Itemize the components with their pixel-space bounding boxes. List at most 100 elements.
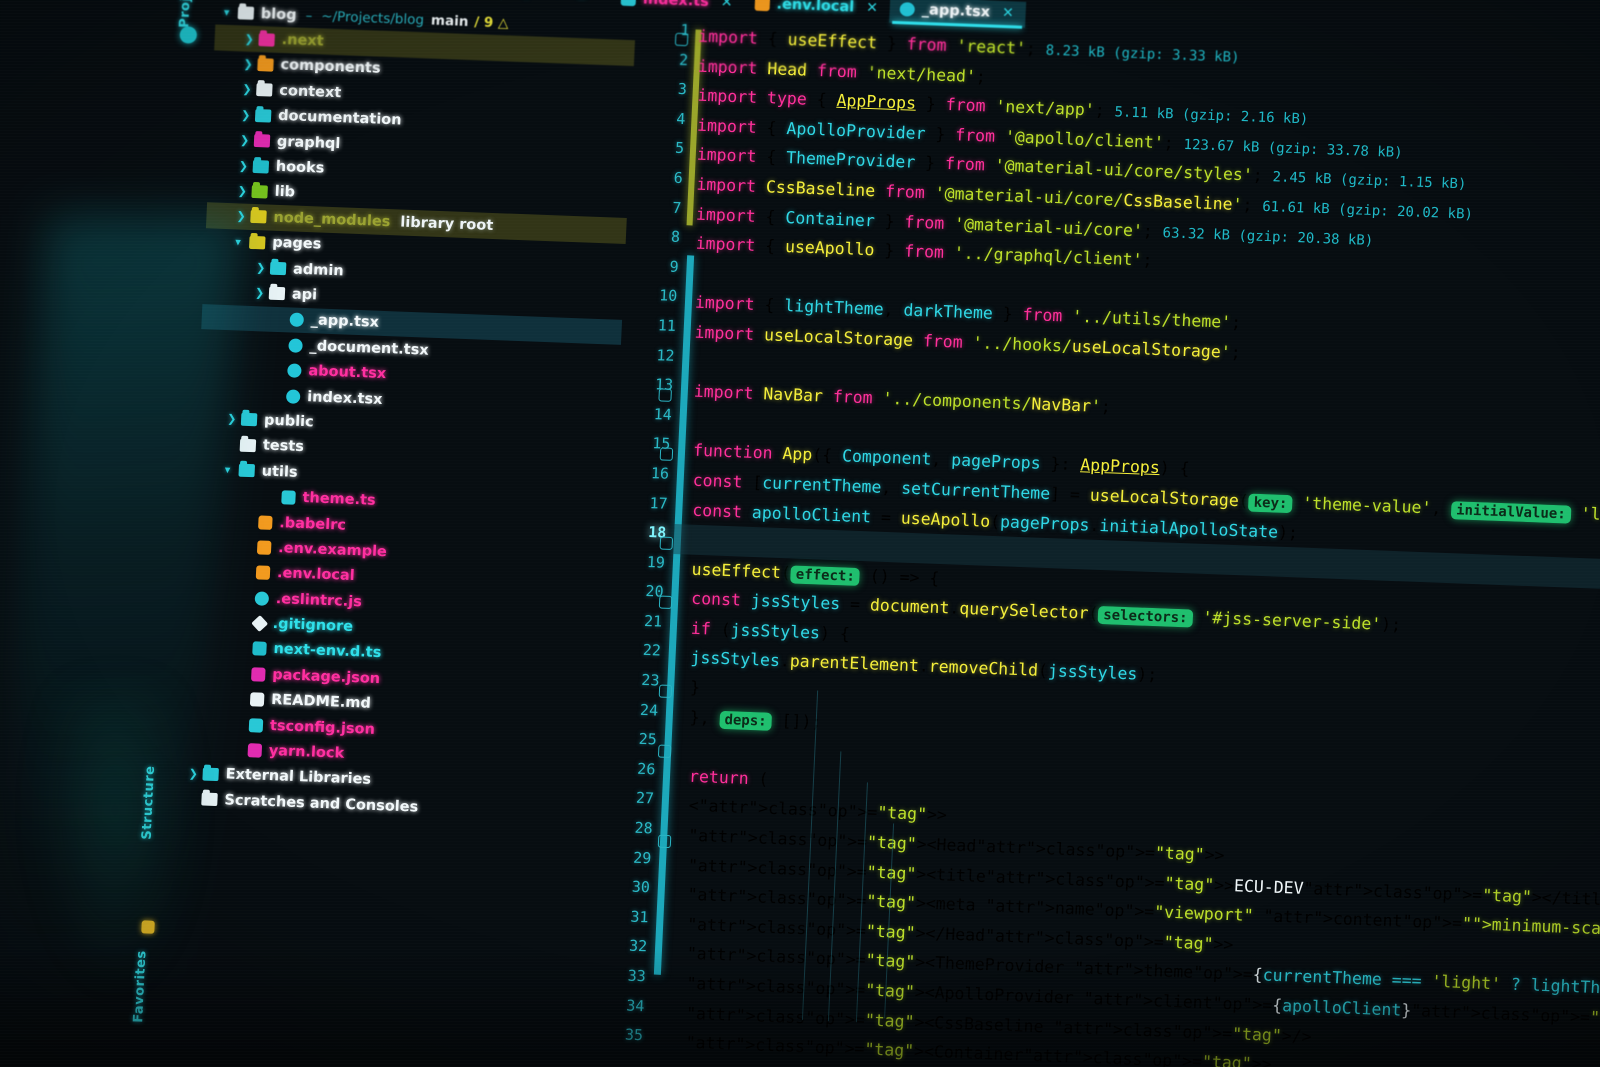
line-number: 24 — [639, 700, 659, 720]
project-file-tree[interactable]: ▾ blog – ~/Projects/blog main / 9 △ ❯ .next ❯ com… — [179, 0, 636, 827]
tree-row-label: tsconfig.json — [269, 717, 376, 738]
editor-area: index.ts ✕ .env.local ✕ _app.tsx ✕ 1234567891… — [559, 0, 1600, 1067]
chevron-right-icon[interactable]: ❯ — [241, 108, 256, 122]
react-file-icon — [287, 363, 302, 379]
chevron-down-icon[interactable]: ▾ — [224, 463, 239, 477]
folder-icon — [269, 261, 287, 276]
ts-file-icon — [620, 0, 637, 7]
tree-row-label: .gitignore — [272, 616, 354, 636]
editor-tab-_app-tsx[interactable]: _app.tsx ✕ — [889, 0, 1027, 28]
fold-marker-icon[interactable] — [659, 536, 674, 550]
project-tool-window: Project ▼ ◎ ⤹ ⤻ ⋮ — ≡ ▾blog–~/Projects/b… — [159, 0, 636, 1067]
chevron-right-icon[interactable]: ❯ — [237, 184, 252, 198]
line-number: 25 — [638, 730, 658, 749]
line-number: 26 — [636, 759, 656, 779]
line-number: 28 — [634, 818, 654, 838]
scratches-icon — [201, 792, 218, 807]
line-number: 29 — [632, 848, 652, 867]
line-number: 16 — [650, 464, 670, 483]
env-file-icon — [754, 0, 770, 12]
code-content[interactable]: import { useEffect } from 'react'; 8.23 … — [650, 22, 1600, 1067]
folder-icon — [239, 438, 257, 453]
library-icon — [202, 767, 219, 781]
line-number: 35 — [624, 1025, 644, 1045]
editor-tab-label: .env.local — [776, 0, 855, 16]
chevron-right-icon[interactable]: ❯ — [243, 58, 258, 72]
chevron-right-icon[interactable]: ❯ — [240, 134, 255, 148]
tree-row-label: _document.tsx — [309, 337, 429, 359]
line-number: 3 — [677, 80, 688, 99]
chevron-right-icon[interactable]: ❯ — [255, 287, 270, 301]
chevron-right-icon[interactable]: ❯ — [188, 767, 203, 781]
react-file-icon — [288, 338, 303, 353]
react-file-icon — [285, 388, 301, 404]
fold-marker-icon[interactable] — [658, 388, 672, 402]
tree-row-label: context — [278, 82, 342, 102]
tree-row-label: yarn.lock — [268, 742, 345, 762]
folder-icon — [258, 32, 275, 47]
settings-icon[interactable]: ≡ — [577, 0, 587, 3]
ide-window: Project Structure Favorites Project ▼ ◎ … — [125, 0, 1600, 1067]
line-number: 22 — [642, 641, 662, 661]
tool-stripe-favorites[interactable]: Favorites — [131, 950, 149, 1023]
line-number: 21 — [643, 611, 663, 631]
chevron-right-icon[interactable]: ❯ — [242, 83, 257, 97]
chevron-right-icon[interactable]: ❯ — [236, 210, 251, 224]
tree-row-label: index.tsx — [306, 388, 383, 408]
tree-row-label: utils — [261, 463, 298, 481]
chevron-right-icon[interactable]: ❯ — [227, 413, 242, 427]
folder-icon — [254, 108, 272, 123]
markdown-file-icon — [249, 692, 265, 707]
chevron-down-icon[interactable]: ▾ — [235, 235, 250, 249]
line-number: 10 — [658, 286, 678, 306]
line-number: 23 — [640, 670, 660, 690]
chevron-right-icon[interactable]: ❯ — [244, 32, 259, 46]
project-path: ~/Projects/blog — [320, 8, 425, 28]
tool-stripe-structure[interactable]: Structure — [140, 765, 158, 840]
tree-row-label: README.md — [270, 692, 372, 712]
lock-file-icon — [247, 743, 263, 758]
fold-marker-icon[interactable] — [674, 32, 689, 47]
folder-icon — [256, 83, 273, 97]
hide-icon[interactable]: — — [551, 0, 561, 2]
close-icon[interactable]: ✕ — [1002, 5, 1014, 21]
tree-row-label: External Libraries — [225, 766, 372, 789]
tree-row-label: _app.tsx — [310, 312, 380, 332]
json-file-icon — [248, 717, 264, 733]
editor-tab-index-ts[interactable]: index.ts ✕ — [610, 0, 745, 17]
editor-tab--env-local[interactable]: .env.local ✕ — [744, 0, 891, 23]
close-icon[interactable]: ✕ — [866, 0, 878, 16]
editor-tab-label: _app.tsx — [921, 1, 991, 21]
line-number: 33 — [627, 966, 647, 986]
chevron-down-icon[interactable]: ▾ — [224, 6, 239, 20]
folder-icon — [240, 413, 258, 427]
tree-row-label: .env.example — [277, 540, 388, 561]
git-changes-count: / 9 △ — [474, 13, 509, 32]
line-number: 14 — [653, 404, 673, 424]
line-number: 27 — [635, 789, 655, 808]
line-number: 8 — [670, 227, 681, 247]
tree-row-label: components — [280, 57, 381, 78]
tool-stripe-project[interactable]: Project — [177, 0, 195, 28]
tree-row-label: package.json — [271, 666, 381, 687]
tree-row-label: hooks — [275, 158, 325, 177]
close-icon[interactable]: ✕ — [720, 0, 732, 11]
chevron-right-icon[interactable]: ❯ — [239, 159, 254, 173]
json-file-icon — [251, 667, 266, 682]
git-branch-label[interactable]: main — [431, 12, 469, 29]
eslint-file-icon — [254, 591, 270, 606]
folder-icon — [257, 58, 274, 72]
monitor-photo: Project Structure Favorites Project ▼ ◎ … — [0, 0, 1600, 1067]
fold-marker-icon[interactable] — [659, 447, 674, 461]
chevron-right-icon[interactable]: ❯ — [256, 261, 271, 275]
editor-tab-label: index.ts — [642, 0, 710, 10]
